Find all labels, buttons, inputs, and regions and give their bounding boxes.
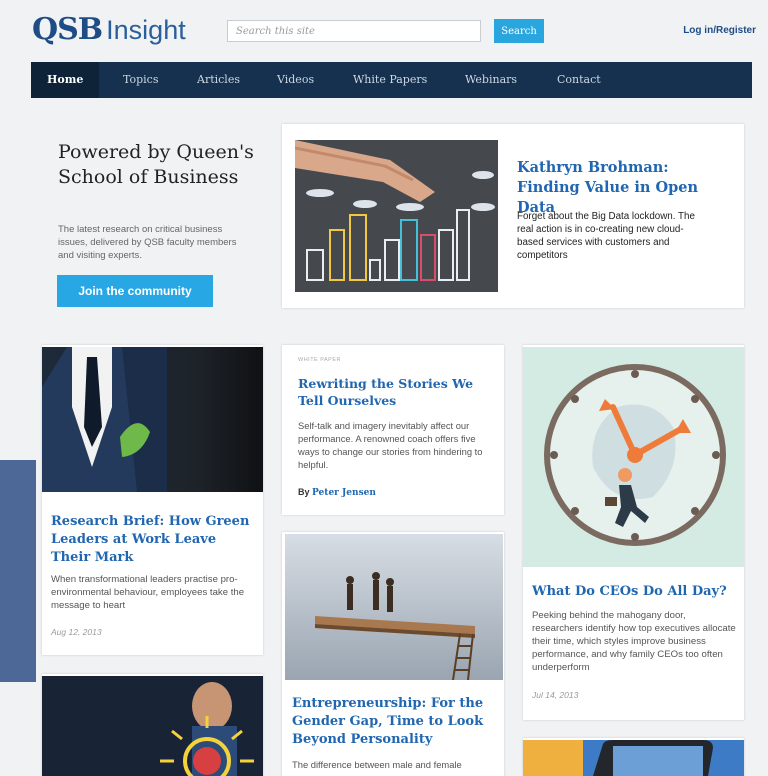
site-logo[interactable]: QSB Insight <box>32 12 186 48</box>
clock-runner-illustration <box>523 347 744 567</box>
join-community-button[interactable]: Join the community <box>57 275 213 307</box>
lightbulb-illustration <box>42 676 263 776</box>
suit-leaf-illustration <box>42 347 263 492</box>
article-image-green[interactable] <box>42 347 263 492</box>
nav-topics[interactable]: Topics <box>107 62 174 98</box>
feature-text: Forget about the Big Data lockdown. The … <box>517 211 695 261</box>
article-headline-green[interactable]: Research Brief: How Green Leaders at Wor… <box>51 513 251 567</box>
article-headline-entrepreneurship[interactable]: Entrepreneurship: For the Gender Gap, Ti… <box>292 695 497 749</box>
promo-title: Powered by Queen's School of Business <box>58 141 254 188</box>
article-image-idea[interactable] <box>42 676 263 776</box>
article-kicker-stories: WHITE PAPER <box>298 357 341 363</box>
article-text-green: When transformational leaders practise p… <box>51 574 245 611</box>
article-headline-ceos[interactable]: What Do CEOs Do All Day? <box>532 583 737 601</box>
article-text-ceos: Peeking behind the mahogany door, resear… <box>532 610 736 673</box>
promo-description: The latest research on critical business… <box>58 224 237 261</box>
feature-headline[interactable]: Kathryn Brohman: Finding Value in Open D… <box>517 158 727 218</box>
article-text-entrepreneurship: The difference between male and female <box>292 759 462 770</box>
article-card-green[interactable]: Research Brief: How Green Leaders at Wor… <box>42 345 263 655</box>
skyline-illustration <box>295 140 498 292</box>
article-card-mobile[interactable] <box>523 738 744 776</box>
article-card-entrepreneurship[interactable]: Entrepreneurship: For the Gender Gap, Ti… <box>282 532 504 776</box>
article-image-entrepreneurship[interactable] <box>285 534 503 680</box>
article-image-mobile[interactable] <box>523 740 744 776</box>
logo-insight: Insight <box>106 15 186 45</box>
article-byline-stories: By Peter Jensen <box>298 487 376 498</box>
nav-contact[interactable]: Contact <box>541 62 617 98</box>
article-date-ceos: Jul 14, 2013 <box>532 690 579 700</box>
article-card-stories[interactable]: WHITE PAPER Rewriting the Stories We Tel… <box>282 345 504 515</box>
author-link[interactable]: Peter Jensen <box>312 488 376 498</box>
phone-illustration <box>523 740 744 776</box>
nav-home[interactable]: Home <box>31 62 100 98</box>
feature-card[interactable]: Kathryn Brohman: Finding Value in Open D… <box>282 124 744 308</box>
logo-qsb: QSB <box>32 12 103 47</box>
nav-white-papers[interactable]: White Papers <box>337 62 443 98</box>
feature-image[interactable] <box>295 140 498 292</box>
article-text-stories: Self-talk and imagery inevitably affect … <box>298 420 483 470</box>
side-feedback-tab[interactable] <box>0 460 36 682</box>
article-headline-stories[interactable]: Rewriting the Stories We Tell Ourselves <box>298 375 498 409</box>
article-date-green: Aug 12, 2013 <box>51 627 102 637</box>
byline-prefix: By <box>298 487 310 497</box>
article-image-ceos[interactable] <box>523 347 744 567</box>
main-nav: Home Topics Articles Videos White Papers… <box>31 62 752 98</box>
article-card-ceos[interactable]: What Do CEOs Do All Day? Peeking behind … <box>523 345 744 720</box>
search-button[interactable]: Search <box>494 19 544 43</box>
article-card-idea[interactable] <box>42 674 263 776</box>
nav-videos[interactable]: Videos <box>261 62 330 98</box>
nav-articles[interactable]: Articles <box>181 62 256 98</box>
nav-webinars[interactable]: Webinars <box>449 62 533 98</box>
search-input[interactable] <box>227 20 481 42</box>
login-register-link[interactable]: Log in/Register <box>683 25 756 36</box>
plank-figures-illustration <box>285 534 503 680</box>
